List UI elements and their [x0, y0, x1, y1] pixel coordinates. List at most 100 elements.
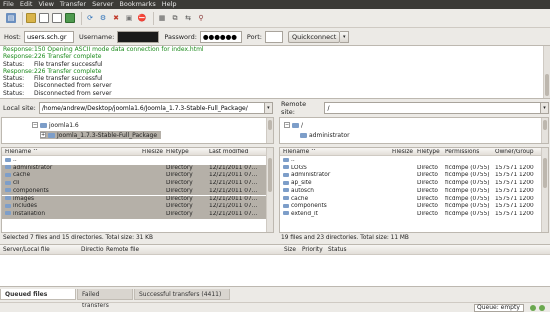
sync-browse-icon[interactable]: ⇆: [183, 13, 193, 23]
disconnect-icon[interactable]: ▣: [124, 13, 134, 23]
menu-edit[interactable]: Edit: [17, 0, 36, 9]
expand-icon[interactable]: +: [40, 132, 46, 138]
table-row[interactable]: images Directory 12/21/2011 07...: [2, 195, 268, 204]
tree-item[interactable]: − joomla1.6: [32, 121, 79, 129]
log-entry: Status: Disconnected from server: [3, 82, 550, 89]
table-row[interactable]: includes Directory 12/21/2011 07...: [2, 203, 268, 211]
log-scrollbar[interactable]: [543, 46, 550, 98]
remote-list-scrollbar[interactable]: [541, 148, 548, 232]
menu-help[interactable]: Help: [159, 0, 180, 9]
folder-icon: [48, 132, 55, 138]
quickconnect-dropdown[interactable]: ▾: [340, 30, 350, 43]
host-input[interactable]: [24, 30, 74, 43]
parent-dir-row[interactable]: ..: [280, 157, 542, 165]
column-permissions[interactable]: Permissions: [445, 149, 479, 155]
column-status[interactable]: Status: [328, 247, 346, 253]
scrollbar-thumb[interactable]: [543, 120, 547, 130]
remote-path-input[interactable]: [324, 102, 542, 114]
menu-file[interactable]: File: [0, 0, 17, 9]
search-icon[interactable]: ⚲: [196, 13, 206, 23]
local-tree[interactable]: − joomla1.6 + Joomla_1.7.3-Stable-Full_P…: [1, 117, 274, 144]
file-name: images: [13, 195, 35, 202]
column-server-local-file[interactable]: Server/Local file: [3, 247, 50, 253]
port-input[interactable]: [264, 30, 283, 43]
file-name: includes: [13, 203, 38, 210]
tree-item-selected[interactable]: + Joomla_1.7.3-Stable-Full_Package: [40, 131, 162, 139]
toolbar-separator: [153, 11, 154, 25]
quickconnect-button[interactable]: Quickconnect: [287, 30, 341, 43]
local-path-dropdown[interactable]: ▾: [264, 102, 273, 114]
scrollbar-thumb[interactable]: [268, 120, 272, 130]
tab-queued-files[interactable]: Queued files: [0, 289, 76, 300]
collapse-icon[interactable]: −: [32, 122, 38, 128]
remote-path-dropdown[interactable]: ▾: [541, 102, 549, 114]
column-size[interactable]: Size: [284, 247, 296, 253]
column-priority[interactable]: Priority: [302, 247, 323, 253]
owner-group-cell: 157571 1200: [495, 164, 534, 171]
local-list-scrollbar[interactable]: [266, 148, 273, 232]
column-filetype[interactable]: Filetype: [417, 149, 440, 155]
menu-server[interactable]: Server: [89, 0, 116, 9]
collapse-icon[interactable]: −: [284, 122, 290, 128]
table-row[interactable]: ap_site Directo flcdmpe (0755) 157571 1200: [280, 180, 542, 188]
tree-item[interactable]: administrator: [300, 131, 350, 139]
column-filesize[interactable]: Filesize: [392, 149, 413, 155]
toggle-remote-tree-icon[interactable]: [52, 13, 62, 23]
log-entry-message: 150 Opening ASCII mode data connection f…: [34, 46, 204, 53]
remote-tree-scrollbar[interactable]: [541, 118, 548, 143]
column-filetype[interactable]: Filetype: [166, 149, 189, 155]
table-row[interactable]: autosch Directo flcdmpe (0755) 157571 1200: [280, 188, 542, 196]
reconnect-icon[interactable]: ⛔: [137, 13, 147, 23]
file-type-cell: Directo: [417, 203, 438, 210]
scrollbar-thumb[interactable]: [268, 158, 272, 192]
column-last-modified[interactable]: Last modified: [209, 149, 248, 155]
local-file-list[interactable]: Filename ^ Filesize Filetype Last modifi…: [1, 147, 274, 233]
menu-bookmarks[interactable]: Bookmarks: [116, 0, 158, 9]
message-log[interactable]: Response: 150 Opening ASCII mode data con…: [0, 45, 550, 99]
scrollbar-thumb[interactable]: [543, 158, 547, 188]
toggle-local-tree-icon[interactable]: [39, 13, 49, 23]
column-filesize[interactable]: Filesize: [142, 149, 163, 155]
refresh-icon[interactable]: ⟳: [85, 13, 95, 23]
table-row[interactable]: administrator Directo flcdmpe (0755) 157571…: [280, 172, 542, 180]
tab-successful-transfers[interactable]: Successful transfers (4411): [134, 289, 230, 300]
password-input[interactable]: [199, 30, 242, 43]
table-row[interactable]: components Directory 12/21/2011 07...: [2, 187, 268, 196]
status-bar: Queue: empty: [0, 302, 550, 312]
toggle-log-icon[interactable]: [26, 13, 36, 23]
compare-icon[interactable]: ⧉: [170, 13, 180, 23]
remote-tree[interactable]: − / administrator: [279, 117, 549, 144]
local-path-input[interactable]: [38, 102, 265, 114]
column-filename[interactable]: Filename ^: [283, 149, 316, 155]
table-row[interactable]: cli Directory 12/21/2011 07...: [2, 180, 268, 188]
table-row[interactable]: installation Directory 12/21/2011 07...: [2, 210, 268, 219]
username-label: Username:: [79, 32, 115, 41]
filter-icon[interactable]: ▦: [157, 13, 167, 23]
menu-transfer[interactable]: Transfer: [57, 0, 89, 9]
remote-file-list[interactable]: Filename ^ Filesize Filetype Permissions…: [279, 147, 549, 233]
table-row[interactable]: administrator Directory 12/21/2011 07...: [2, 164, 268, 173]
column-filename[interactable]: Filename ^: [5, 149, 38, 155]
table-row[interactable]: components Directo flcdmpe (0755) 157571 12…: [280, 203, 542, 211]
toggle-queue-icon[interactable]: [65, 13, 75, 23]
table-row[interactable]: extend_it Directo flcdmpe (0755) 157571 120…: [280, 211, 542, 219]
table-row[interactable]: LOGS Directo flcdmpe (0755) 157571 1200: [280, 165, 542, 173]
local-tree-scrollbar[interactable]: [266, 118, 273, 143]
username-input[interactable]: [117, 30, 160, 43]
tree-item[interactable]: − /: [284, 121, 303, 129]
file-type-cell: Directo: [417, 172, 438, 179]
log-scrollbar-thumb[interactable]: [545, 74, 549, 96]
process-queue-icon[interactable]: ⚙: [98, 13, 108, 23]
menu-view[interactable]: View: [35, 0, 56, 9]
column-owner-group[interactable]: Owner/Group: [495, 149, 534, 155]
site-manager-icon[interactable]: ▤: [6, 13, 16, 23]
column-direction[interactable]: Directio: [81, 247, 104, 253]
table-row[interactable]: cache Directo flcdmpe (0755) 157571 1200: [280, 196, 542, 204]
permissions-cell: flcdmpe (0755): [445, 210, 490, 217]
tab-failed-transfers[interactable]: Failed transfers: [77, 289, 133, 309]
transfer-queue[interactable]: Server/Local file Directio Remote file S…: [0, 244, 550, 287]
cancel-icon[interactable]: ✖: [111, 13, 121, 23]
table-row[interactable]: cache Directory 12/21/2011 07...: [2, 172, 268, 181]
column-remote-file[interactable]: Remote file: [106, 247, 139, 253]
parent-dir-row[interactable]: ..: [2, 157, 268, 165]
